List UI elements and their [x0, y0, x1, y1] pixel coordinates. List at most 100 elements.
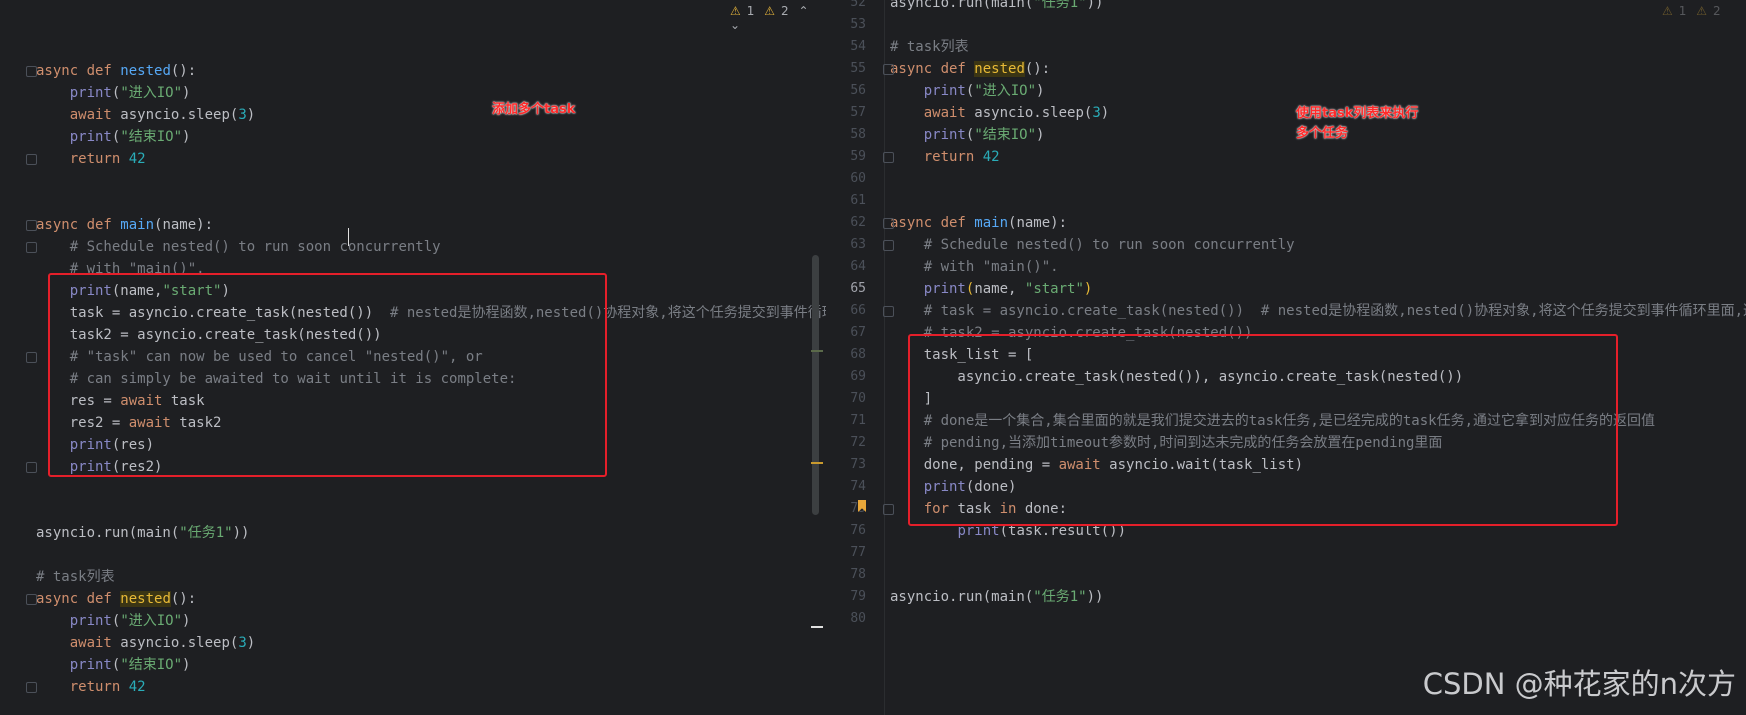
- code-line[interactable]: 62 async def main(name):: [826, 212, 1746, 234]
- line-number: 59: [850, 149, 866, 164]
- code-line[interactable]: async def nested():: [0, 60, 826, 82]
- line-code: # task列表: [36, 569, 115, 585]
- code-line[interactable]: 65 print(name, "start"): [826, 278, 1746, 300]
- fold-icon[interactable]: [26, 66, 37, 77]
- line-code: # task = asyncio.create_task(nested()) #…: [923, 303, 1746, 319]
- fold-icon[interactable]: [26, 220, 37, 231]
- code-line[interactable]: [0, 192, 826, 214]
- code-line[interactable]: print("进入IO"): [0, 610, 826, 632]
- code-line[interactable]: 80: [826, 608, 1746, 630]
- code-line[interactable]: 63 # Schedule nested() to run soon concu…: [826, 234, 1746, 256]
- line-number: 62: [850, 215, 866, 230]
- line-number: 63: [850, 237, 866, 252]
- annotation-label-line1: 使用task列表来执行: [1296, 106, 1419, 121]
- code-line[interactable]: 66 # task = asyncio.create_task(nested()…: [826, 300, 1746, 322]
- code-line[interactable]: 52 asyncio.run(main("任务1")): [826, 0, 1746, 14]
- code-line[interactable]: await asyncio.sleep(3): [0, 632, 826, 654]
- fold-icon[interactable]: [26, 682, 37, 693]
- code-line[interactable]: [0, 478, 826, 500]
- line-code: print("进入IO"): [923, 83, 1045, 99]
- line-number: 55: [850, 61, 866, 76]
- code-line[interactable]: 53: [826, 14, 1746, 36]
- line-number: 80: [850, 611, 866, 626]
- line-code: return 42: [69, 151, 146, 167]
- line-number: 72: [850, 435, 866, 450]
- fold-icon[interactable]: [26, 352, 37, 363]
- line-code: async def main(name):: [890, 215, 1068, 231]
- code-line[interactable]: 60: [826, 168, 1746, 190]
- fold-icon[interactable]: [26, 154, 37, 165]
- code-line[interactable]: 78: [826, 564, 1746, 586]
- line-number: 58: [850, 127, 866, 142]
- scroll-marker: [811, 626, 823, 628]
- code-line[interactable]: async def main(name):: [0, 214, 826, 236]
- code-line[interactable]: # Schedule nested() to run soon concurre…: [0, 236, 826, 258]
- code-line[interactable]: 58 print("结束IO"): [826, 124, 1746, 146]
- scroll-marker: [811, 462, 823, 464]
- line-code: async def nested():: [890, 61, 1051, 77]
- code-line[interactable]: 54 # task列表: [826, 36, 1746, 58]
- line-number: 61: [850, 193, 866, 208]
- scrollbar-thumb[interactable]: [812, 255, 819, 515]
- code-line[interactable]: return 42: [0, 676, 826, 698]
- line-code: asyncio.run(main("任务1")): [890, 589, 1104, 605]
- line-code: print(name, "start"): [923, 281, 1093, 297]
- code-line[interactable]: async def nested():: [0, 588, 826, 610]
- code-line[interactable]: asyncio.run(main("任务1")): [0, 522, 826, 544]
- line-number: 74: [850, 479, 866, 494]
- code-line[interactable]: [0, 38, 826, 60]
- code-line[interactable]: 57 await asyncio.sleep(3): [826, 102, 1746, 124]
- right-editor-pane[interactable]: ⚠ 1 ⚠ 2 52 asyncio.run(main("任务1")) 53 54 # ta…: [826, 0, 1746, 715]
- code-line[interactable]: [0, 500, 826, 522]
- fold-icon[interactable]: [883, 504, 894, 515]
- line-code: # task列表: [890, 39, 969, 55]
- line-code: # Schedule nested() to run soon concurre…: [69, 239, 441, 255]
- line-number: 56: [850, 83, 866, 98]
- line-code: await asyncio.sleep(3): [923, 105, 1110, 121]
- code-line[interactable]: 61: [826, 190, 1746, 212]
- line-number: 53: [850, 17, 866, 32]
- fold-icon[interactable]: [883, 218, 894, 229]
- line-code: return 42: [923, 149, 1000, 165]
- line-code: print("结束IO"): [923, 127, 1045, 143]
- line-code: async def nested():: [36, 591, 197, 607]
- line-number: 60: [850, 171, 866, 186]
- code-line[interactable]: return 42: [0, 148, 826, 170]
- line-number: 70: [850, 391, 866, 406]
- code-line[interactable]: [0, 544, 826, 566]
- code-line[interactable]: [0, 170, 826, 192]
- code-line[interactable]: print("结束IO"): [0, 654, 826, 676]
- annotation-label: 添加多个task: [492, 102, 576, 117]
- line-code: async def nested():: [36, 63, 197, 79]
- annotation-label-line2: 多个任务: [1296, 126, 1349, 141]
- line-code: asyncio.run(main("任务1")): [36, 525, 250, 541]
- code-line[interactable]: 59 return 42: [826, 146, 1746, 168]
- line-code: return 42: [69, 679, 146, 695]
- code-line[interactable]: # task列表: [0, 566, 826, 588]
- code-line[interactable]: 56 print("进入IO"): [826, 80, 1746, 102]
- code-line[interactable]: [0, 16, 826, 38]
- code-line[interactable]: print("结束IO"): [0, 126, 826, 148]
- fold-icon[interactable]: [883, 240, 894, 251]
- fold-icon[interactable]: [883, 306, 894, 317]
- line-code: await asyncio.sleep(3): [69, 107, 256, 123]
- highlight-box: [48, 273, 607, 477]
- fold-icon[interactable]: [883, 152, 894, 163]
- left-editor-pane[interactable]: ⚠ 1 ⚠ 2 ⌃ ⌄ async def nested(): print("进入I…: [0, 0, 826, 715]
- line-code: asyncio.run(main("任务1")): [890, 0, 1104, 11]
- fold-icon[interactable]: [26, 462, 37, 473]
- line-number: 71: [850, 413, 866, 428]
- line-code: print("进入IO"): [69, 613, 191, 629]
- code-line[interactable]: 79 asyncio.run(main("任务1")): [826, 586, 1746, 608]
- code-line[interactable]: 64 # with "main()".: [826, 256, 1746, 278]
- line-code: # with "main()".: [923, 259, 1059, 275]
- code-line[interactable]: 77: [826, 542, 1746, 564]
- line-number: 52: [850, 0, 866, 10]
- line-code: print("结束IO"): [69, 657, 191, 673]
- fold-icon[interactable]: [26, 594, 37, 605]
- code-line[interactable]: await asyncio.sleep(3): [0, 104, 826, 126]
- fold-icon[interactable]: [883, 64, 894, 75]
- code-line[interactable]: print("进入IO"): [0, 82, 826, 104]
- fold-icon[interactable]: [26, 242, 37, 253]
- code-line[interactable]: 55 async def nested():: [826, 58, 1746, 80]
